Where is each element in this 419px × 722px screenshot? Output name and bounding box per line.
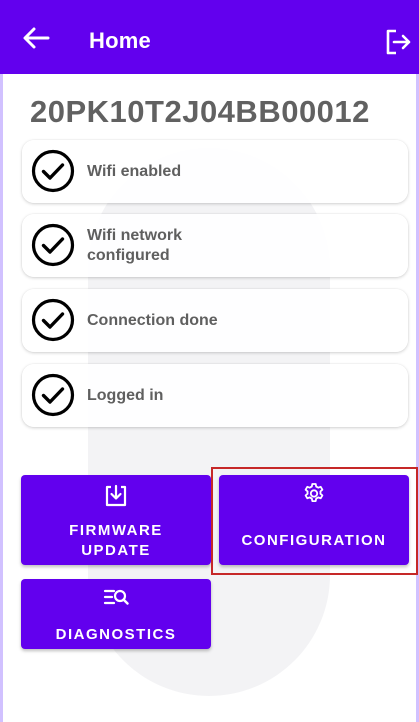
status-label: Connection done	[87, 312, 218, 329]
status-label-line2: configured	[87, 247, 170, 264]
logout-icon[interactable]	[383, 28, 413, 56]
device-serial: 20PK10T2J04BB00012	[30, 94, 370, 129]
check-circle-icon	[30, 372, 76, 418]
diagnostics-button[interactable]: DIAGNOSTICS	[21, 579, 211, 649]
check-circle-icon	[30, 222, 76, 268]
search-list-icon	[103, 587, 129, 614]
status-card-logged-in: Logged in	[22, 364, 408, 427]
page-title: Home	[89, 28, 151, 53]
firmware-update-button[interactable]: FIRMWARE UPDATE	[21, 475, 211, 565]
arrow-left-icon[interactable]	[22, 26, 50, 50]
check-circle-icon	[30, 297, 76, 343]
diagnostics-label: DIAGNOSTICS	[55, 626, 177, 643]
check-circle-icon	[30, 148, 76, 194]
highlight-box	[211, 467, 418, 575]
app-bar: Home	[0, 0, 419, 74]
firmware-update-line1: FIRMWARE	[69, 522, 163, 539]
window-border-left	[0, 0, 3, 722]
status-label: Logged in	[87, 387, 164, 404]
download-icon	[103, 483, 129, 514]
status-label-line1: Wifi network	[87, 227, 182, 244]
status-card-wifi-enabled: Wifi enabled	[22, 140, 408, 203]
status-card-connection: Connection done	[22, 289, 408, 352]
status-label: Wifi network configured	[87, 226, 182, 266]
firmware-update-label: FIRMWARE UPDATE	[21, 521, 211, 561]
status-card-wifi-network: Wifi network configured	[22, 214, 408, 277]
status-label: Wifi enabled	[87, 163, 182, 180]
firmware-update-line2: UPDATE	[81, 542, 151, 559]
